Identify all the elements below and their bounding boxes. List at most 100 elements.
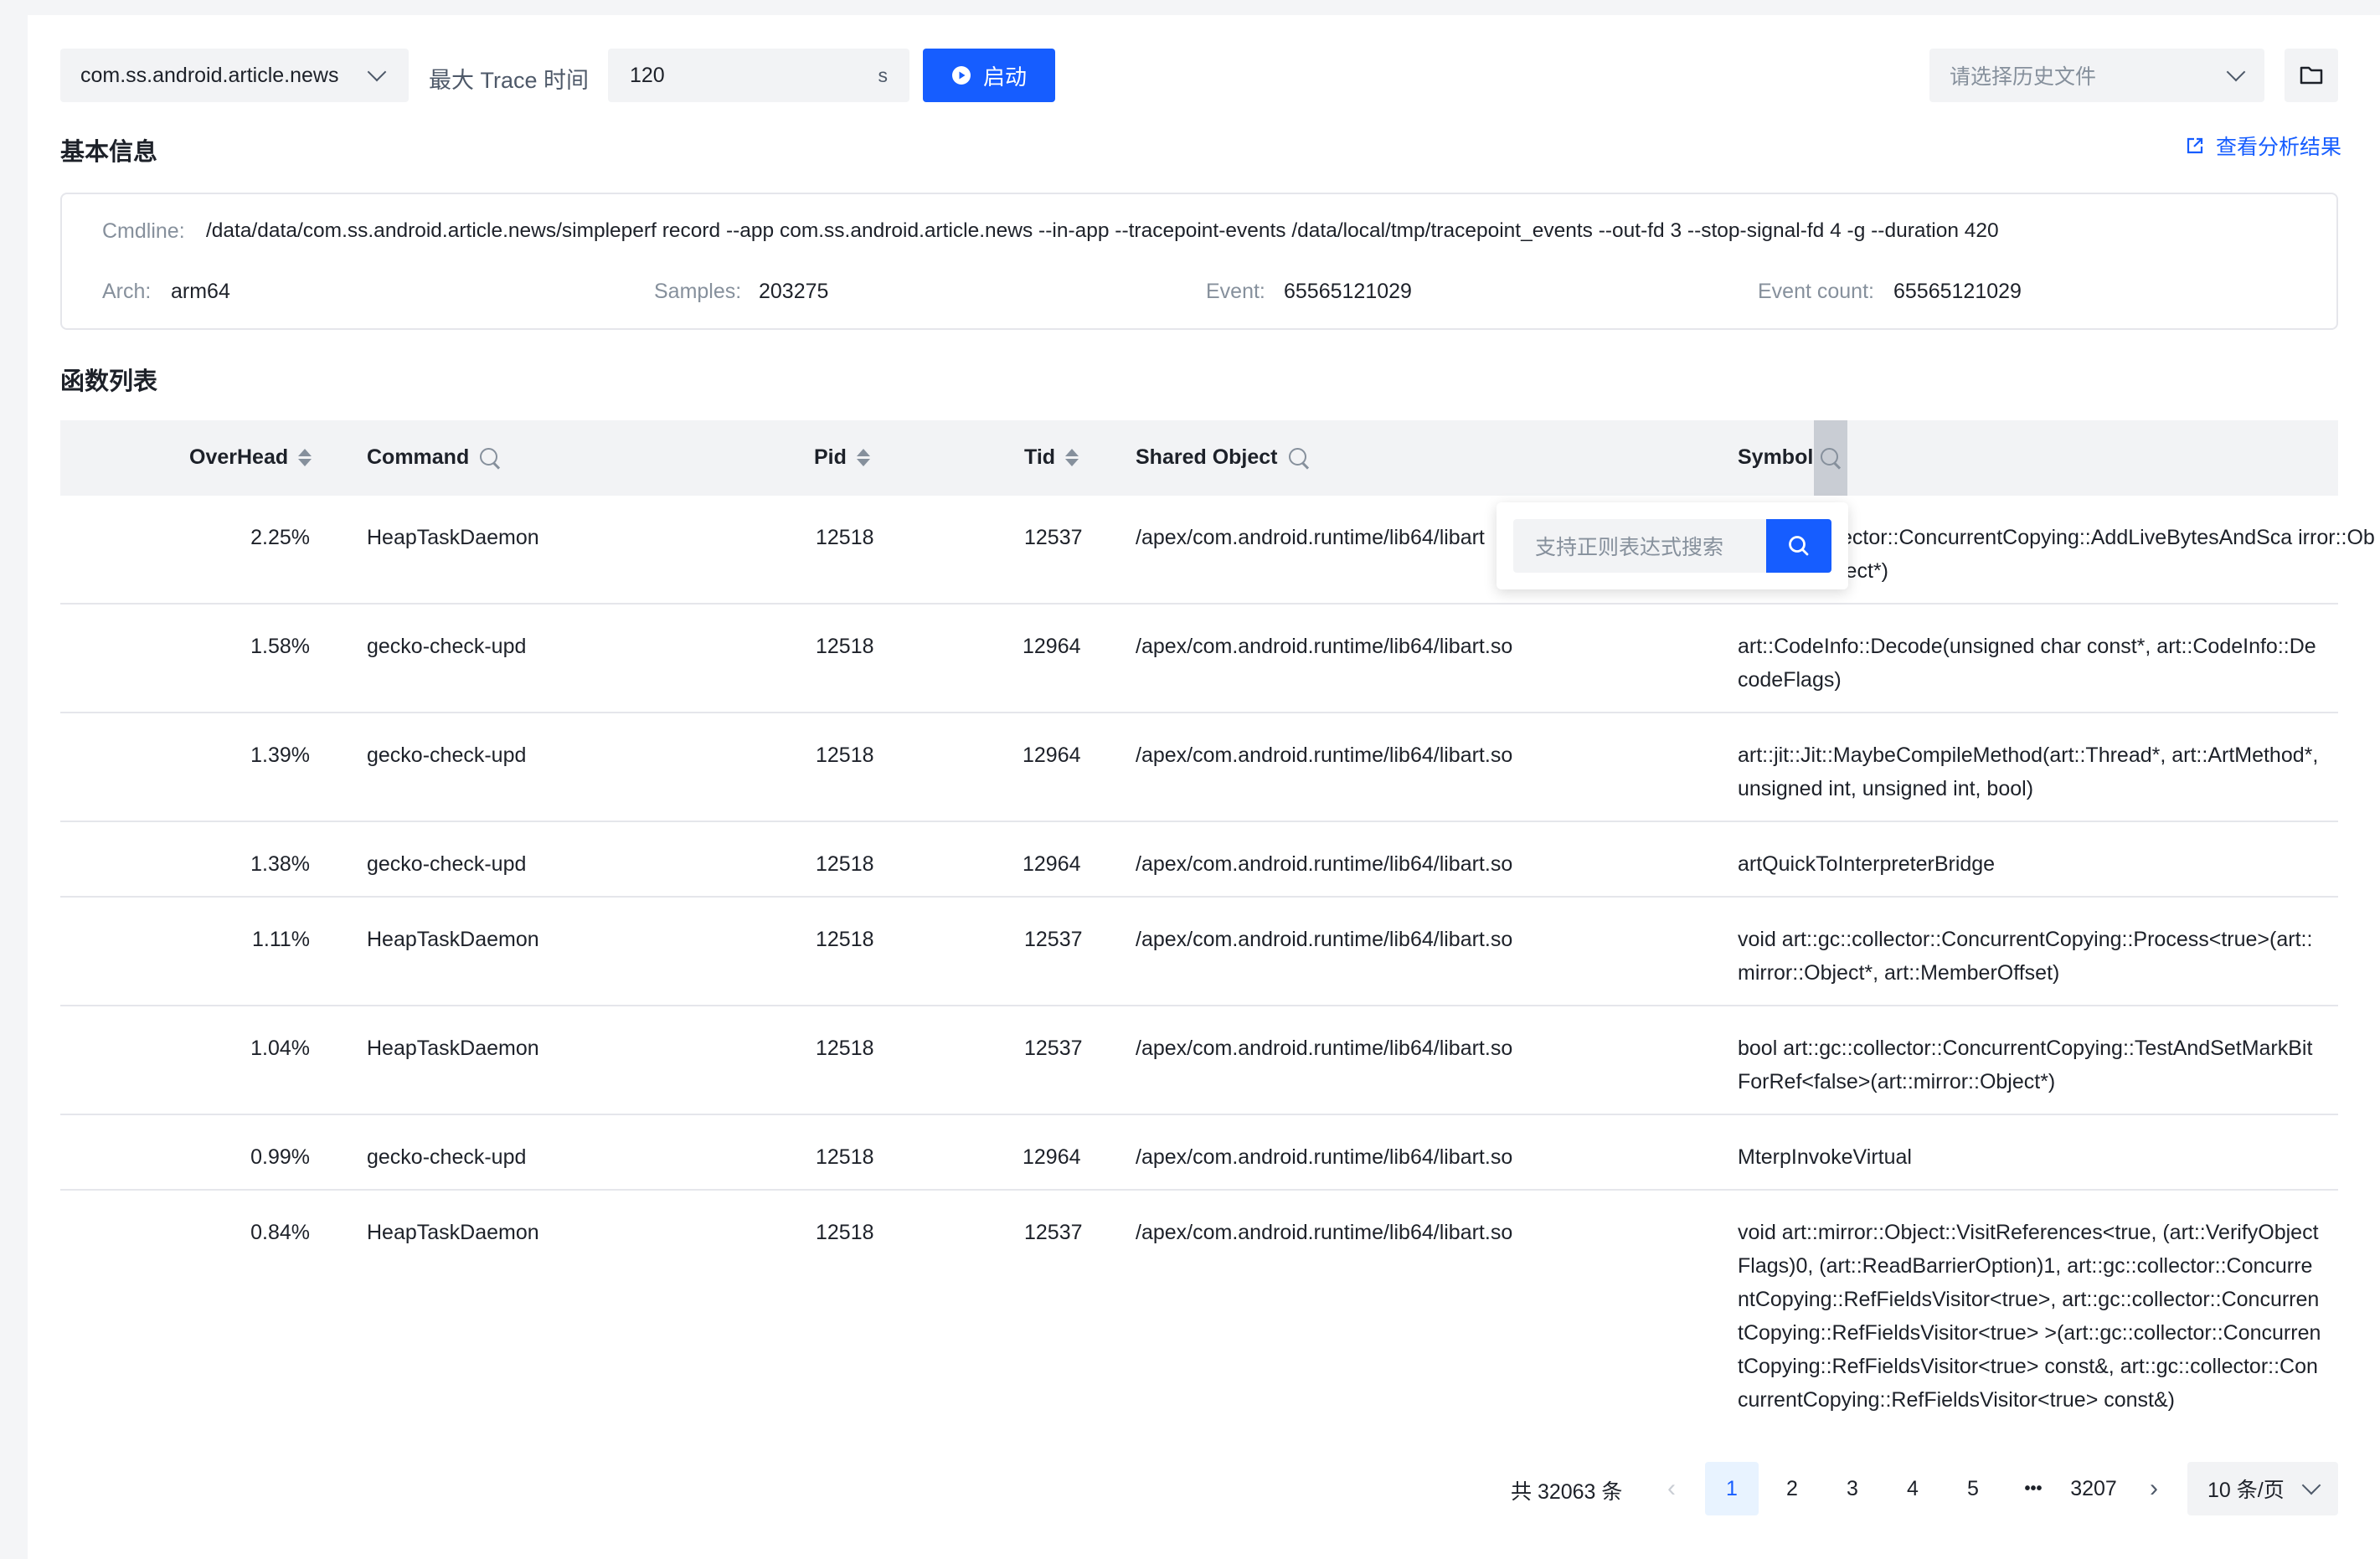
page-4[interactable]: 4	[1886, 1462, 1940, 1515]
view-results-link[interactable]: 查看分析结果	[2186, 131, 2341, 161]
col-symbol-label: Symbol	[1738, 445, 1814, 469]
col-pid-label: Pid	[814, 445, 847, 469]
history-file-placeholder: 请选择历史文件	[1950, 65, 2097, 89]
command-cell: HeapTaskDaemon	[367, 1037, 539, 1060]
tid-cell: 12964	[1023, 743, 1081, 767]
symbol-cell: ector::ConcurrentCopying::AddLiveBytesAn…	[1841, 526, 2375, 583]
col-tid[interactable]: Tid	[1024, 445, 1079, 470]
symbol-cell: MterpInvokeVirtual	[1738, 1145, 1912, 1169]
symbol-search-trigger[interactable]	[1814, 420, 1847, 496]
col-shared-object: Shared Object	[1136, 445, 1310, 470]
col-overhead-label: OverHead	[189, 445, 289, 469]
shared-object-cell: /apex/com.android.runtime/lib64/libart.s…	[1136, 1221, 1513, 1244]
app-select-value: com.ss.android.article.news	[80, 63, 339, 87]
page-1[interactable]: 1	[1705, 1462, 1759, 1515]
pid-cell: 12518	[816, 1221, 874, 1244]
basic-info-box: Cmdline: /data/data/com.ss.android.artic…	[60, 193, 2338, 330]
table-row[interactable]: 1.38% gecko-check-upd 12518 12964 /apex/…	[60, 822, 2338, 898]
col-command: Command	[367, 445, 501, 470]
shared-object-cell: /apex/com.android.runtime/lib64/libart	[1136, 526, 1485, 549]
col-symbol: Symbol	[1738, 445, 1813, 470]
page-size-select[interactable]: 10 条/页	[2187, 1462, 2338, 1515]
command-cell: gecko-check-upd	[367, 1145, 527, 1169]
table-row[interactable]: 1.39% gecko-check-upd 12518 12964 /apex/…	[60, 713, 2338, 822]
tid-cell: 12537	[1024, 526, 1083, 549]
shared-object-cell: /apex/com.android.runtime/lib64/libart.s…	[1136, 743, 1513, 767]
start-button[interactable]: 启动	[923, 49, 1055, 102]
pid-cell: 12518	[816, 1037, 874, 1060]
sort-icon[interactable]	[856, 449, 870, 466]
table-row[interactable]: 0.99% gecko-check-upd 12518 12964 /apex/…	[60, 1115, 2338, 1191]
view-results-label: 查看分析结果	[2216, 136, 2342, 159]
symbol-search-button[interactable]	[1766, 519, 1831, 573]
page-3[interactable]: 3	[1826, 1462, 1879, 1515]
page-2[interactable]: 2	[1765, 1462, 1819, 1515]
shared-object-cell: /apex/com.android.runtime/lib64/libart.s…	[1136, 1037, 1513, 1060]
more-pages-ellipsis[interactable]: •••	[2007, 1462, 2060, 1515]
max-trace-label: 最大 Trace 时间	[429, 68, 590, 93]
table-row[interactable]: 1.04% HeapTaskDaemon 12518 12537 /apex/c…	[60, 1006, 2338, 1115]
total-count: 共 32063 条	[1511, 1480, 1623, 1504]
col-pid[interactable]: Pid	[814, 445, 870, 470]
shared-object-cell: /apex/com.android.runtime/lib64/libart.s…	[1136, 635, 1513, 658]
folder-icon	[2300, 66, 2323, 85]
sort-icon[interactable]	[298, 449, 312, 466]
chevron-down-icon	[367, 62, 387, 82]
page-last[interactable]: 3207	[2062, 1462, 2125, 1515]
chevron-down-icon	[2301, 1475, 2321, 1495]
prev-page-button[interactable]: ‹	[1658, 1462, 1685, 1515]
command-cell: HeapTaskDaemon	[367, 928, 539, 951]
overhead-cell: 1.58%	[250, 635, 310, 658]
command-cell: HeapTaskDaemon	[367, 526, 539, 549]
next-page-button[interactable]: ›	[2140, 1462, 2167, 1515]
pid-cell: 12518	[816, 852, 874, 876]
table-row[interactable]: 0.84% HeapTaskDaemon 12518 12537 /apex/c…	[60, 1191, 2338, 1433]
open-folder-button[interactable]	[2285, 49, 2338, 102]
table-row[interactable]: 2.25% HeapTaskDaemon 12518 12537 /apex/c…	[60, 496, 2375, 605]
basic-info-title: 基本信息	[60, 139, 158, 166]
search-icon[interactable]	[1288, 447, 1310, 469]
col-overhead[interactable]: OverHead	[189, 445, 312, 470]
samples-label: Samples:	[654, 280, 742, 303]
symbol-cell: art::jit::Jit::MaybeCompileMethod(art::T…	[1738, 743, 2319, 800]
page-5[interactable]: 5	[1946, 1462, 2000, 1515]
overhead-cell: 1.11%	[251, 928, 310, 951]
symbol-search-popover: 支持正则表达式搜索	[1497, 502, 1848, 589]
pid-cell: 12518	[816, 743, 874, 767]
cmdline-value: /data/data/com.ss.android.article.news/s…	[206, 219, 1999, 242]
tid-cell: 12964	[1023, 852, 1081, 876]
table-header: OverHead Command Pid Tid Shared Object S…	[60, 420, 2338, 496]
overhead-cell: 1.39%	[250, 743, 310, 767]
table-row[interactable]: 1.11% HeapTaskDaemon 12518 12537 /apex/c…	[60, 898, 2338, 1006]
shared-object-cell: /apex/com.android.runtime/lib64/libart.s…	[1136, 928, 1513, 951]
sort-icon[interactable]	[1065, 449, 1079, 466]
tid-cell: 12964	[1023, 635, 1081, 658]
symbol-cell: art::CodeInfo::Decode(unsigned char cons…	[1738, 635, 2316, 692]
search-icon	[1789, 536, 1809, 556]
app-select[interactable]: com.ss.android.article.news	[60, 49, 409, 102]
symbol-search-input[interactable]: 支持正则表达式搜索	[1513, 519, 1766, 573]
event-count-label: Event count:	[1758, 280, 1874, 303]
overhead-cell: 1.04%	[250, 1037, 310, 1060]
command-cell: gecko-check-upd	[367, 852, 527, 876]
trace-time-unit: s	[878, 64, 889, 86]
pid-cell: 12518	[816, 526, 874, 549]
play-circle-icon	[951, 66, 971, 85]
history-file-select[interactable]: 请选择历史文件	[1929, 49, 2264, 102]
search-icon[interactable]	[479, 447, 501, 469]
samples-value: 203275	[759, 280, 829, 303]
symbol-cell: artQuickToInterpreterBridge	[1738, 852, 1996, 876]
overhead-cell: 1.38%	[250, 852, 310, 876]
pid-cell: 12518	[816, 928, 874, 951]
shared-object-cell: /apex/com.android.runtime/lib64/libart.s…	[1136, 852, 1513, 876]
cmdline-label: Cmdline:	[102, 219, 185, 243]
trace-time-input[interactable]: 120 s	[608, 49, 909, 102]
tid-cell: 12964	[1023, 1145, 1081, 1169]
search-icon	[1820, 447, 1842, 469]
tid-cell: 12537	[1024, 1037, 1083, 1060]
shared-object-cell: /apex/com.android.runtime/lib64/libart.s…	[1136, 1145, 1513, 1169]
command-cell: gecko-check-upd	[367, 743, 527, 767]
symbol-cell: bool art::gc::collector::ConcurrentCopyi…	[1738, 1037, 2313, 1093]
symbol-cell: void art::gc::collector::ConcurrentCopyi…	[1738, 928, 2313, 985]
table-row[interactable]: 1.58% gecko-check-upd 12518 12964 /apex/…	[60, 605, 2338, 713]
